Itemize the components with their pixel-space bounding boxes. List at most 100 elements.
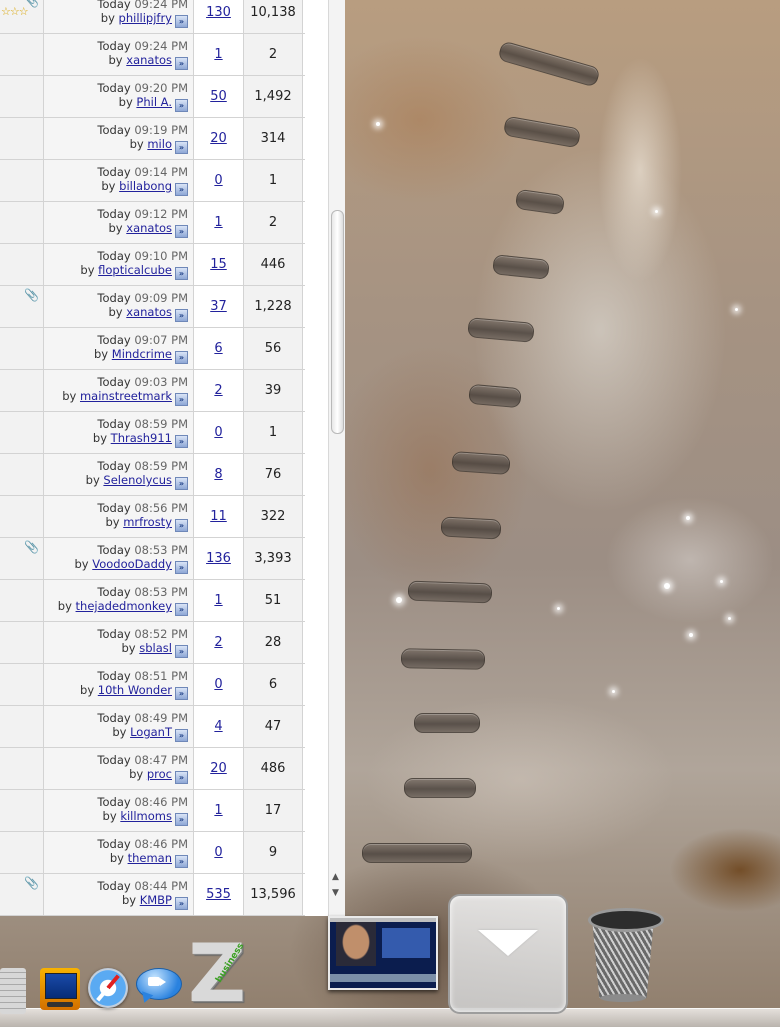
minimized-window-thumbnail[interactable] <box>328 916 438 990</box>
goto-last-post-icon[interactable]: » <box>175 57 188 70</box>
last-poster-link[interactable]: Selenolycus <box>103 473 172 487</box>
last-post-time: 09:24 PM <box>134 39 188 53</box>
replies-link[interactable]: 136 <box>206 551 231 566</box>
goto-last-post-icon[interactable]: » <box>175 813 188 826</box>
by-label: by <box>129 137 144 151</box>
replies-cell: 1 <box>194 202 244 243</box>
safari-icon[interactable] <box>88 968 128 1008</box>
replies-link[interactable]: 2 <box>214 635 222 650</box>
last-poster-link[interactable]: flopticalcube <box>98 263 172 277</box>
replies-link[interactable]: 37 <box>210 299 227 314</box>
last-poster-link[interactable]: VoodooDaddy <box>92 557 172 571</box>
last-post-cell: Today 09:14 PM by billabong» <box>44 160 194 201</box>
replies-link[interactable]: 50 <box>210 89 227 104</box>
last-poster-link[interactable]: killmoms <box>120 809 172 823</box>
last-poster-link[interactable]: Mindcrime <box>112 347 172 361</box>
goto-last-post-icon[interactable]: » <box>175 309 188 322</box>
replies-link[interactable]: 1 <box>214 593 222 608</box>
trash-icon[interactable] <box>586 908 664 1008</box>
replies-link[interactable]: 8 <box>214 467 222 482</box>
dock-ghost-streak <box>467 317 535 343</box>
last-poster-link[interactable]: sblasl <box>139 641 172 655</box>
goto-last-post-icon[interactable]: » <box>175 141 188 154</box>
last-post-date: Today <box>97 165 131 179</box>
last-post-date: Today <box>97 0 131 11</box>
goto-last-post-icon[interactable]: » <box>175 603 188 616</box>
last-poster-link[interactable]: proc <box>147 767 172 781</box>
goto-last-post-icon[interactable]: » <box>175 267 188 280</box>
last-poster-link[interactable]: 10th Wonder <box>98 683 172 697</box>
replies-cell: 0 <box>194 412 244 453</box>
vertical-scrollbar[interactable]: ▲ ▼ <box>328 0 345 916</box>
last-poster-link[interactable]: LoganT <box>130 725 172 739</box>
goto-last-post-icon[interactable]: » <box>175 519 188 532</box>
last-poster-link[interactable]: Thrash911 <box>111 431 172 445</box>
last-poster-link[interactable]: xanatos <box>126 221 172 235</box>
ichat-icon[interactable] <box>134 966 182 1006</box>
thread-row: Today 08:53 PM by thejadedmonkey» 1 51 <box>0 580 305 622</box>
calculator-icon[interactable] <box>0 968 26 1014</box>
thread-row: 📎 ☆☆☆ Today 09:24 PM by phillipjfry» 130… <box>0 0 305 34</box>
last-poster-link[interactable]: thejadedmonkey <box>76 599 172 613</box>
goto-last-post-icon[interactable]: » <box>175 897 188 910</box>
replies-link[interactable]: 20 <box>210 761 227 776</box>
last-poster-link[interactable]: phillipjfry <box>119 11 172 25</box>
goto-last-post-icon[interactable]: » <box>175 15 188 28</box>
goto-last-post-icon[interactable]: » <box>175 561 188 574</box>
last-poster-link[interactable]: KMBP <box>140 893 172 907</box>
goto-last-post-icon[interactable]: » <box>175 435 188 448</box>
replies-link[interactable]: 0 <box>214 845 222 860</box>
replies-link[interactable]: 1 <box>214 47 222 62</box>
goto-last-post-icon[interactable]: » <box>175 183 188 196</box>
by-label: by <box>118 95 133 109</box>
goto-last-post-icon[interactable]: » <box>175 99 188 112</box>
goto-last-post-icon[interactable]: » <box>175 729 188 742</box>
last-poster-link[interactable]: mrfrosty <box>123 515 172 529</box>
goto-last-post-icon[interactable]: » <box>175 225 188 238</box>
goto-last-post-icon[interactable]: » <box>175 687 188 700</box>
last-poster-link[interactable]: milo <box>147 137 172 151</box>
last-poster-link[interactable]: theman <box>128 851 172 865</box>
replies-link[interactable]: 1 <box>214 215 222 230</box>
goto-last-post-icon[interactable]: » <box>175 351 188 364</box>
replies-link[interactable]: 15 <box>210 257 227 272</box>
last-poster-link[interactable]: billabong <box>119 179 172 193</box>
thread-row: Today 08:59 PM by Selenolycus» 8 76 <box>0 454 305 496</box>
replies-link[interactable]: 0 <box>214 173 222 188</box>
goto-last-post-icon[interactable]: » <box>175 477 188 490</box>
goto-last-post-icon[interactable]: » <box>175 771 188 784</box>
scroll-down-arrow-icon[interactable]: ▼ <box>332 888 339 898</box>
last-post-date: Today <box>97 249 131 263</box>
last-post-time: 09:14 PM <box>134 165 188 179</box>
last-post-time: 08:49 PM <box>134 711 188 725</box>
replies-link[interactable]: 0 <box>214 425 222 440</box>
star-sparkle <box>720 580 723 583</box>
last-post-cell: Today 08:44 PM by KMBP» <box>44 874 194 915</box>
stack-icon[interactable] <box>448 894 568 1014</box>
last-poster-link[interactable]: Phil A. <box>136 95 172 109</box>
replies-link[interactable]: 20 <box>210 131 227 146</box>
last-poster-link[interactable]: xanatos <box>126 53 172 67</box>
last-poster-link[interactable]: mainstreetmark <box>80 389 172 403</box>
replies-cell: 2 <box>194 370 244 411</box>
replies-link[interactable]: 11 <box>210 509 227 524</box>
scroll-up-arrow-icon[interactable]: ▲ <box>332 872 339 882</box>
by-label: by <box>121 641 136 655</box>
goto-last-post-icon[interactable]: » <box>175 645 188 658</box>
scrollbar-thumb[interactable] <box>331 210 344 434</box>
goto-last-post-icon[interactable]: » <box>175 855 188 868</box>
last-post-cell: Today 08:56 PM by mrfrosty» <box>44 496 194 537</box>
last-poster-link[interactable]: xanatos <box>126 305 172 319</box>
goto-last-post-icon[interactable]: » <box>175 393 188 406</box>
replies-link[interactable]: 1 <box>214 803 222 818</box>
replies-link[interactable]: 4 <box>214 719 222 734</box>
last-post-cell: Today 09:24 PM by xanatos» <box>44 34 194 75</box>
monitor-icon[interactable] <box>40 968 80 1010</box>
replies-link[interactable]: 6 <box>214 341 222 356</box>
z-app-icon[interactable]: Z business <box>188 934 260 1014</box>
replies-link[interactable]: 130 <box>206 5 231 20</box>
last-post-time: 08:46 PM <box>134 795 188 809</box>
replies-link[interactable]: 535 <box>206 887 231 902</box>
replies-link[interactable]: 0 <box>214 677 222 692</box>
replies-link[interactable]: 2 <box>214 383 222 398</box>
